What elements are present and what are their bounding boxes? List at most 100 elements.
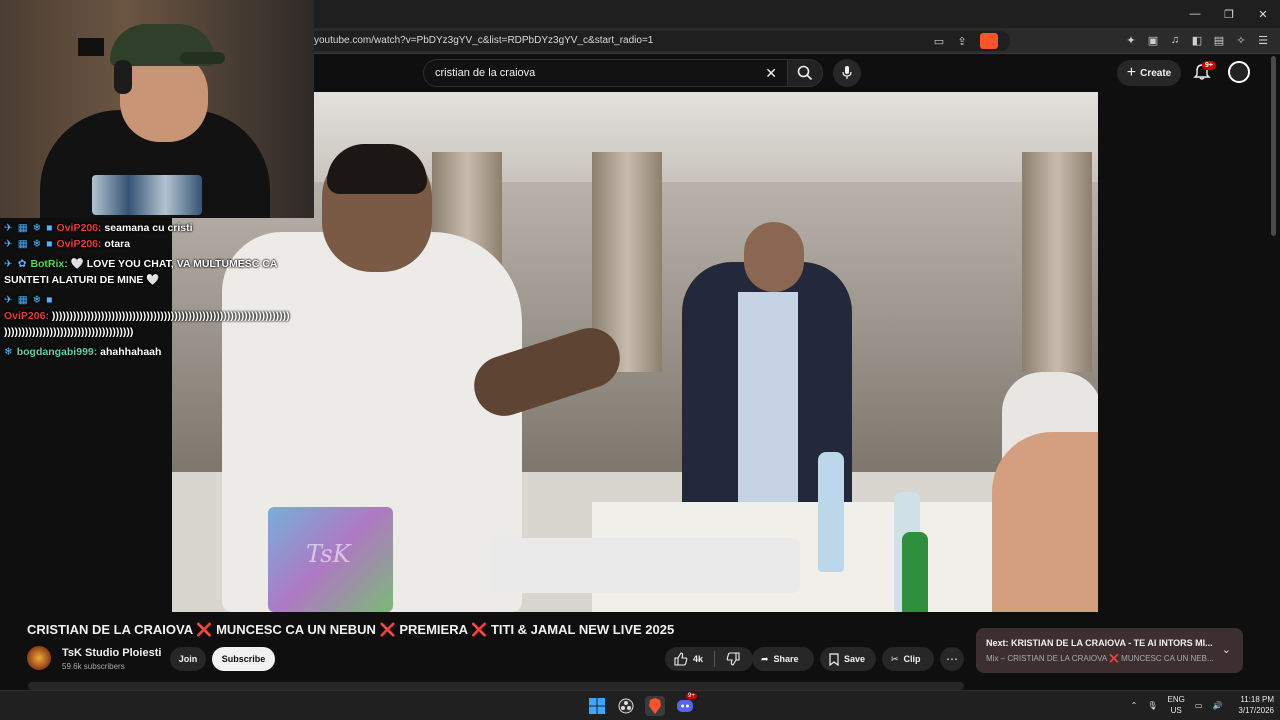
chat-message-continued: ))))))))))))))))))))))))))))))))))))) [4,324,334,340]
title-part: CRISTIAN DE LA CRAIOVA [27,622,193,637]
wallet-icon[interactable]: ▤ [1212,33,1226,47]
up-next-title: Next: KRISTIAN DE LA CRAIOVA - TE AI INT… [986,638,1213,648]
share-button[interactable]: ➦ Share [752,647,814,671]
network-icon[interactable]: ▭ [1195,701,1203,710]
minimize-icon[interactable]: — [1178,0,1212,28]
video-scene-person-arm [992,432,1098,612]
chat-username: OviP206 [56,238,98,250]
title-separator: ❌ [379,622,396,637]
windows-taskbar: 9+ ⌃ 🎙 ENG US ▭ 🔊 11:18 PM 3/17/2026 [0,690,1280,720]
video-scene-bottle [902,532,928,612]
up-next-card[interactable]: Next: KRISTIAN DE LA CRAIOVA - TE AI INT… [976,628,1243,673]
create-label: Create [1140,67,1172,79]
microphone-icon [842,66,852,79]
clock[interactable]: 11:18 PM 3/17/2026 [1238,694,1274,716]
extensions-icon[interactable]: ✦ [1124,33,1138,47]
search-button[interactable] [787,59,823,87]
chat-message-continued: SUNTETI ALATURI DE MINE 🤍 [4,272,334,288]
stream-chat-overlay: ✈ ▦ ❄ ■ OviP206: seamana cu cristi ✈ ▦ ❄… [4,220,334,360]
video-overlay-box [490,538,800,593]
chat-badges: ✈ ▦ ❄ ■ [4,238,54,250]
windows-start-icon[interactable] [587,696,607,716]
bookmark-icon [829,652,839,666]
language-indicator[interactable]: ENG US [1168,694,1185,716]
description-box-edge [28,682,964,690]
chat-message: ✈ ▦ ❄ ■ OviP206: seamana cu cristi [4,222,193,234]
streamer-cap-brim [180,52,225,64]
chat-text: seamana cu cristi [104,222,193,234]
extension-toolbar: ✦ ▣ ♫ ◧ ▤ ✧ ☰ [1124,33,1270,47]
subscribe-button[interactable]: Subscribe [212,647,275,671]
clip-button[interactable]: ✂ Clip [882,647,934,671]
chat-message: ✈ ▦ ❄ ■ [4,292,334,308]
volume-icon[interactable]: 🔊 [1212,701,1222,710]
maximize-icon[interactable]: ❐ [1212,0,1246,28]
clear-search-icon[interactable]: ✕ [765,65,777,82]
search-input[interactable]: cristian de la craiova ✕ [423,59,788,87]
discord-icon[interactable]: 9+ [675,693,697,716]
keyboard-layout: US [1170,706,1182,715]
title-separator: ❌ [471,622,488,637]
video-scene-singer-shirt [738,292,798,512]
title-part: MUNCESC CA UN NEBUN [216,622,376,637]
like-dislike-group: 4k [665,647,753,671]
video-watermark: TsK [306,540,351,568]
page-scrollbar[interactable] [1271,56,1276,236]
chat-username: BotRix [30,258,65,270]
menu-icon[interactable]: ☰ [1256,33,1270,47]
chat-message-continued: OviP206: )))))))))))))))))))))))))))))))… [4,310,290,322]
brave-shields-icon[interactable] [980,33,998,49]
brave-browser-icon[interactable] [645,696,665,716]
music-icon[interactable]: ♫ [1168,33,1182,47]
language-code: ENG [1167,695,1185,704]
video-scene-hair [327,144,427,194]
more-actions-button[interactable]: ⋯ [940,647,964,671]
tray-overflow-icon[interactable]: ⌃ [1131,701,1138,710]
url-text[interactable]: youtube.com/watch?v=PbDYz3gYV_c&list=RDP… [314,35,653,46]
leo-ai-icon[interactable]: ✧ [1234,33,1248,47]
voice-search-button[interactable] [833,59,861,87]
save-label: Save [844,654,866,664]
join-button[interactable]: Join [170,647,206,671]
tab-search-icon[interactable]: ▣ [1146,33,1160,47]
headset-icon [114,60,132,94]
account-avatar[interactable] [1228,61,1250,83]
chat-text: ahahhahaah [100,346,162,358]
channel-name[interactable]: TsK Studio Ploiesti [62,647,161,659]
sidebar-icon[interactable]: ◧ [1190,33,1204,47]
search-icon [797,65,813,81]
clock-date: 3/17/2026 [1238,706,1274,715]
cast-icon[interactable]: ▭ [932,34,946,48]
chat-text: SUNTETI ALATURI DE MINE 🤍 [4,274,160,286]
like-count[interactable]: 4k [693,654,703,664]
video-title: CRISTIAN DE LA CRAIOVA ❌ MUNCESC CA UN N… [27,622,674,638]
share-label: Share [773,654,799,664]
search-query[interactable]: cristian de la craiova [435,67,535,79]
chat-badges: ✈ ✿ [4,258,28,270]
share-page-icon[interactable]: ⇪ [955,34,969,48]
thumbs-down-icon[interactable] [726,652,740,666]
chat-text: ))))))))))))))))))))))))))))))))))))) [4,326,134,338]
channel-avatar[interactable] [27,646,51,670]
title-separator: ❌ [196,622,213,637]
microphone-tray-icon[interactable]: 🎙 [1147,701,1157,710]
webcam-shelf-item [78,38,104,56]
chat-username: OviP206 [4,310,46,322]
save-button[interactable]: Save [820,647,876,671]
chat-badges: ✈ ▦ ❄ ■ [4,294,54,306]
video-scene-curtain [1022,152,1092,372]
chevron-down-icon[interactable]: ⌄ [1222,643,1231,656]
obs-icon[interactable] [616,696,636,716]
discord-badge: 9+ [686,693,697,699]
window-controls: — ❐ ✕ [1178,0,1280,28]
scissors-icon: ✂ [891,653,899,664]
chat-text: otara [104,238,131,250]
address-bar[interactable]: youtube.com/watch?v=PbDYz3gYV_c&list=RDP… [300,31,1010,51]
like-divider [714,651,716,667]
create-button[interactable]: + Create [1117,60,1181,86]
close-icon[interactable]: ✕ [1246,0,1280,28]
thumbs-up-icon[interactable] [674,652,688,666]
clip-label: Clip [903,654,921,664]
chat-message: ❄ bogdangabi999: ahahhahaah [4,346,162,358]
share-icon: ➦ [761,653,769,664]
